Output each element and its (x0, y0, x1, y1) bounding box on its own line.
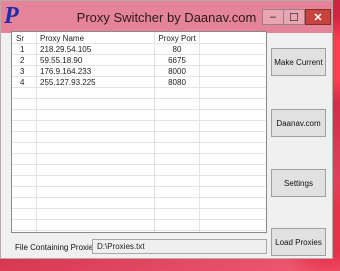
proxies-file-field[interactable]: D:\Proxies.txt (92, 239, 267, 254)
file-label: File Containing Proxies : (15, 243, 102, 252)
load-proxies-button[interactable]: Load Proxies (271, 228, 326, 256)
row-1-port[interactable]: 80 (155, 45, 199, 55)
row-2-sr[interactable]: 2 (20, 56, 24, 66)
row-1-name[interactable]: 218.29.54.105 (40, 45, 91, 55)
title-bar[interactable]: P Proxy Switcher by Daanav.com – ☐ ✕ (1, 1, 332, 33)
row-1-sr[interactable]: 1 (20, 45, 24, 55)
minimize-button[interactable]: – (262, 9, 284, 25)
row-3-name[interactable]: 176.9.164.233 (40, 67, 91, 77)
row-3-sr[interactable]: 3 (20, 67, 24, 77)
close-button[interactable]: ✕ (305, 9, 331, 25)
settings-button[interactable]: Settings (271, 169, 326, 197)
column-header-sr[interactable]: Sr (16, 34, 24, 44)
make-current-button[interactable]: Make Current (271, 48, 326, 76)
proxy-table[interactable]: Sr Proxy Name Proxy Port 1 218.29.54.105… (11, 31, 267, 233)
row-3-port[interactable]: 8000 (155, 67, 199, 77)
daanav-button[interactable]: Daanav.com (271, 109, 326, 137)
row-4-port[interactable]: 8080 (155, 78, 199, 88)
app-window: P Proxy Switcher by Daanav.com – ☐ ✕ Sr … (0, 0, 333, 259)
column-header-proxy-name[interactable]: Proxy Name (40, 34, 84, 44)
row-4-name[interactable]: 255.127.93.225 (40, 78, 96, 88)
row-2-name[interactable]: 59.55.18.90 (40, 56, 82, 66)
row-4-sr[interactable]: 4 (20, 78, 24, 88)
maximize-button[interactable]: ☐ (283, 9, 305, 25)
column-header-proxy-port[interactable]: Proxy Port (155, 34, 199, 44)
row-2-port[interactable]: 6675 (155, 56, 199, 66)
